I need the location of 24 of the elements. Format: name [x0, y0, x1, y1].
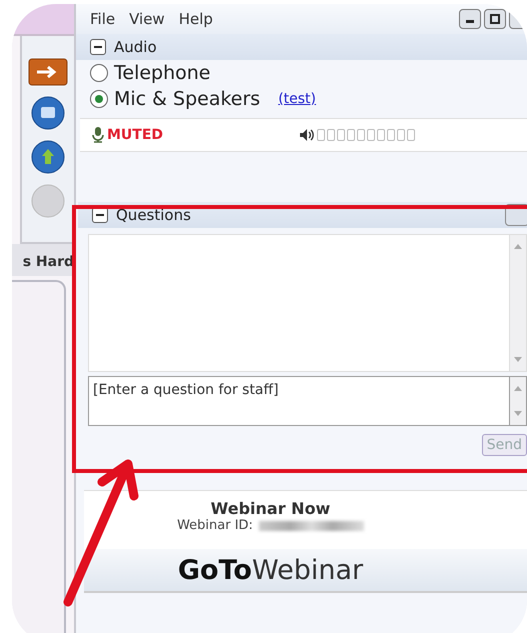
radio-button[interactable] — [90, 64, 108, 82]
screen-icon[interactable] — [31, 96, 65, 130]
menu-item[interactable]: File — [90, 10, 116, 28]
audio-toggle[interactable] — [90, 39, 106, 55]
option-label: Mic & Speakers — [114, 88, 260, 110]
maximize-button[interactable] — [484, 9, 506, 29]
section-title: Questions — [116, 206, 191, 224]
section-title: Audio — [114, 38, 157, 56]
arrow-button-icon[interactable] — [28, 58, 68, 86]
logo: GoToWebinar — [178, 554, 364, 586]
mic-status: MUTED — [107, 127, 164, 143]
minimize-button[interactable] — [459, 9, 481, 29]
webinar-id-label: Webinar ID: — [177, 518, 253, 533]
test-link[interactable]: (test) — [278, 91, 316, 107]
globe-icon[interactable] — [31, 140, 65, 174]
radio-button[interactable] — [90, 90, 108, 108]
question-field[interactable]: [Enter a question for staff] — [88, 376, 510, 426]
speaker-icon[interactable] — [299, 128, 315, 142]
microphone-icon[interactable] — [92, 127, 104, 143]
webinar-name: Webinar Now — [210, 499, 330, 518]
maximize-icon — [490, 14, 500, 24]
menu-item[interactable]: View — [129, 10, 165, 28]
menu-item[interactable]: Help — [178, 10, 213, 28]
option-label: Telephone — [114, 62, 210, 84]
